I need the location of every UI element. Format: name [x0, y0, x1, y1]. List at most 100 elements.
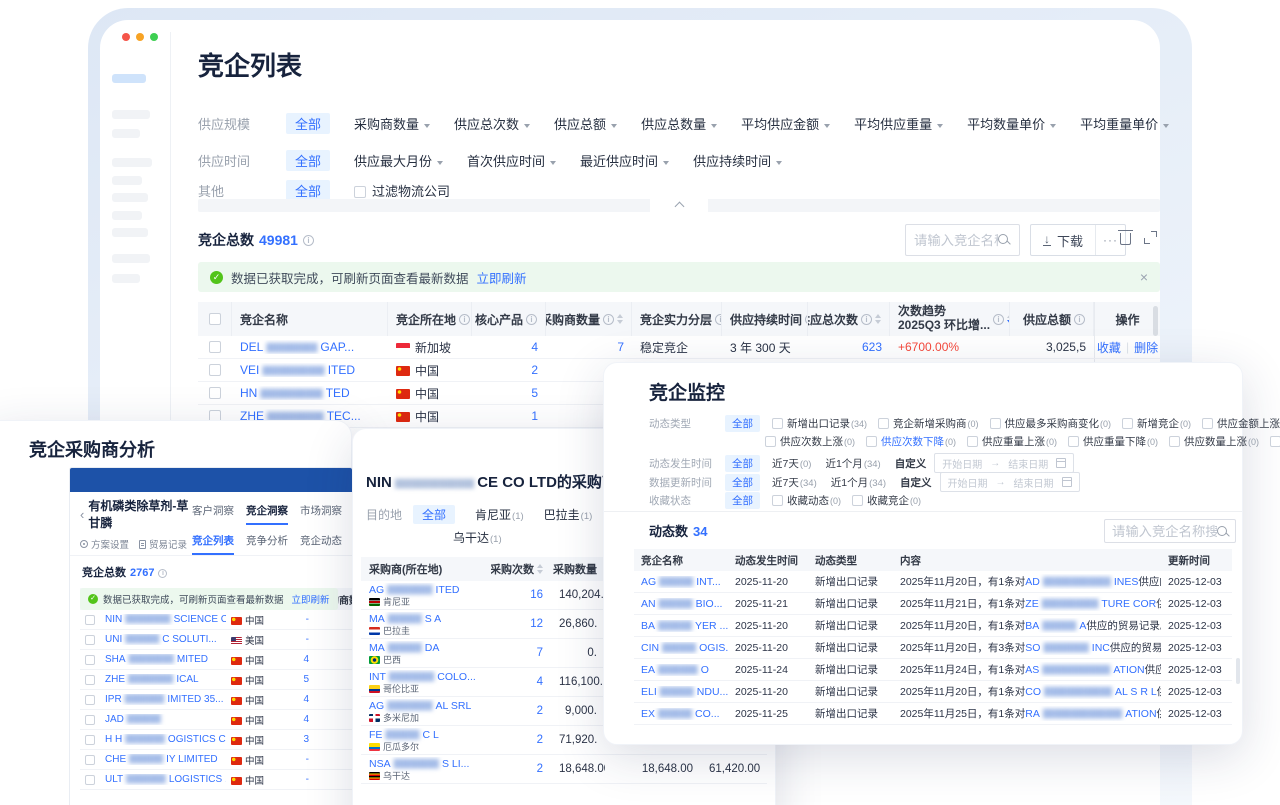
buyer-name-link[interactable]: NSA████████S LI... — [369, 758, 469, 770]
type-option-checkbox[interactable]: 供应重量下降(0) — [1068, 434, 1158, 449]
sidebar-item[interactable] — [112, 176, 142, 185]
row-checkbox[interactable] — [85, 695, 95, 705]
competitor-name-link[interactable]: BA██████YER ... — [641, 620, 728, 632]
analysis-row[interactable]: ZHE████████ICAL 中国 5 — [80, 670, 353, 690]
select-all-checkbox[interactable] — [209, 313, 221, 325]
info-icon[interactable]: i — [861, 314, 872, 325]
competitor-name-link[interactable]: DEL█████████GAP... — [240, 340, 354, 354]
last-7-days-option[interactable]: 近7天(34) — [772, 475, 817, 490]
filter-all-chip[interactable]: 全部 — [725, 474, 760, 491]
close-banner-icon[interactable]: × — [1140, 269, 1148, 285]
type-option-checkbox[interactable]: 供应次数下降(0) — [866, 434, 956, 449]
info-icon[interactable]: i — [459, 314, 470, 325]
sort-icon[interactable] — [875, 314, 881, 324]
filter-dropdown[interactable]: 平均供应重量 — [854, 114, 943, 133]
close-window-icon[interactable] — [122, 33, 130, 41]
search-icon[interactable] — [1217, 526, 1228, 537]
checkbox-icon[interactable] — [990, 418, 1001, 429]
target-company-link[interactable]: SO████████INC — [1025, 642, 1110, 654]
target-company-link[interactable]: AS████████████ATION — [1025, 664, 1144, 676]
favorite-option-checkbox[interactable]: 收藏竞企(0) — [852, 493, 921, 508]
purchase-times[interactable]: 2 — [537, 705, 543, 717]
filter-all-chip[interactable]: 全部 — [725, 415, 760, 432]
purchase-times[interactable]: 2 — [537, 734, 543, 746]
buyer-count[interactable]: 7 — [617, 340, 624, 354]
competitor-row[interactable]: DEL█████████GAP... 新加坡 4 7 稳定竞企 3 年 300 … — [198, 336, 1160, 359]
buyer-name-link[interactable]: MA██████DA — [369, 642, 439, 654]
favorite-link[interactable]: 收藏 — [1097, 339, 1121, 356]
row-checkbox[interactable] — [85, 635, 95, 645]
buyer-name-link[interactable]: AG████████ITED — [369, 584, 459, 596]
checkbox-icon[interactable] — [967, 436, 978, 447]
checkbox-icon[interactable] — [772, 495, 783, 506]
col-supply-amount[interactable]: 供应总额i — [1010, 302, 1094, 336]
core-product-count[interactable]: - — [306, 774, 309, 785]
info-icon[interactable]: i — [993, 314, 1004, 325]
analysis-row[interactable]: ULT███████LOGISTICS ... 中国 - — [80, 770, 353, 790]
checkbox-icon[interactable] — [878, 418, 889, 429]
monitor-scrollbar[interactable] — [1236, 658, 1240, 684]
core-product-count[interactable]: 5 — [531, 386, 538, 400]
buyer-name-link[interactable]: FE██████C L — [369, 729, 439, 741]
filter-dropdown[interactable]: 供应最大月份 — [354, 151, 443, 170]
competitor-name-link[interactable]: VEI███████████ITED — [240, 363, 355, 377]
row-checkbox[interactable] — [85, 775, 95, 785]
filter-all-chip[interactable]: 全部 — [413, 505, 455, 524]
core-product-count[interactable]: - — [306, 614, 309, 625]
custom-range-label[interactable]: 自定义 — [895, 456, 927, 471]
info-icon[interactable]: i — [526, 314, 537, 325]
info-icon[interactable]: i — [158, 569, 167, 578]
checkbox-icon[interactable] — [765, 436, 776, 447]
competitor-name-link[interactable]: NIN████████SCIENCE C... — [105, 614, 226, 625]
info-icon[interactable]: i — [303, 235, 314, 246]
monitor-row[interactable]: AG██████INT... 2025-11-20 新增出口记录 2025年11… — [634, 571, 1232, 593]
info-icon[interactable]: i — [1074, 314, 1085, 325]
filter-dropdown[interactable]: 供应总数量 — [641, 114, 717, 133]
insight-tab[interactable]: 市场洞察 — [300, 503, 342, 525]
sidebar-item[interactable] — [112, 193, 148, 202]
filter-dropdown[interactable]: 最近供应时间 — [580, 151, 669, 170]
filter-dropdown[interactable]: 供应持续时间 — [693, 151, 782, 170]
insight-tab[interactable]: 竞企洞察 — [246, 503, 288, 525]
competitor-name-link[interactable]: CHE██████IY LIMITED — [105, 754, 218, 765]
filter-all-chip[interactable]: 全部 — [725, 492, 760, 509]
maximize-window-icon[interactable] — [150, 33, 158, 41]
target-company-link[interactable]: RA██████████████ATION — [1025, 708, 1156, 720]
competitor-subtab[interactable]: 竞企列表 — [192, 533, 234, 555]
row-checkbox[interactable] — [85, 675, 95, 685]
sidebar-item[interactable] — [112, 254, 150, 263]
competitor-name-link[interactable]: ZHE████████ICAL — [105, 674, 199, 685]
filter-dropdown[interactable]: 供应总次数 — [454, 114, 530, 133]
target-company-link[interactable]: CO████████████AL S R L — [1025, 686, 1156, 698]
row-checkbox[interactable] — [85, 655, 95, 665]
target-company-link[interactable]: AD████████████INES — [1025, 576, 1138, 588]
competitor-name-link[interactable]: AG██████INT... — [641, 576, 721, 588]
analysis-row[interactable]: NIN████████SCIENCE C... 中国 - — [80, 610, 353, 630]
row-checkbox[interactable] — [209, 364, 221, 376]
destination-option[interactable]: 肯尼亚(1) — [475, 506, 524, 523]
analysis-row[interactable]: SHA████████MITED 中国 4 — [80, 650, 353, 670]
filter-all-chip[interactable]: 全部 — [725, 455, 760, 472]
last-month-option[interactable]: 近1个月(34) — [825, 456, 880, 471]
type-option-checkbox[interactable]: 供应数量下降(0) — [1270, 434, 1280, 449]
buyer-name-link[interactable]: MA██████S A — [369, 613, 441, 625]
row-checkbox[interactable] — [209, 387, 221, 399]
filter-dropdown[interactable]: 供应总额 — [554, 114, 617, 133]
checkbox-icon[interactable] — [852, 495, 863, 506]
analysis-row[interactable]: H H███████OGISTICS C... 中国 3 — [80, 730, 353, 750]
search-input[interactable] — [914, 233, 998, 248]
checkbox-icon[interactable] — [1270, 436, 1280, 447]
destination-option[interactable]: 乌干达(1) — [453, 531, 502, 545]
refresh-now-link[interactable]: 立即刷新 — [292, 592, 330, 606]
monitor-row[interactable]: CIN██████OGIS... 2025-11-20 新增出口记录 2025年… — [634, 637, 1232, 659]
col-location[interactable]: 竞企所在地i — [388, 302, 472, 336]
sidebar-item[interactable] — [112, 228, 148, 237]
row-checkbox[interactable] — [85, 755, 95, 765]
checkbox-icon[interactable] — [1122, 418, 1133, 429]
row-checkbox[interactable] — [85, 715, 95, 725]
competitor-name-link[interactable]: EX██████CO... — [641, 708, 720, 720]
purchase-times[interactable]: 4 — [537, 676, 543, 688]
type-option-checkbox[interactable]: 供应次数上涨(0) — [765, 434, 855, 449]
row-checkbox[interactable] — [85, 735, 95, 745]
sidebar-item[interactable] — [112, 110, 150, 119]
